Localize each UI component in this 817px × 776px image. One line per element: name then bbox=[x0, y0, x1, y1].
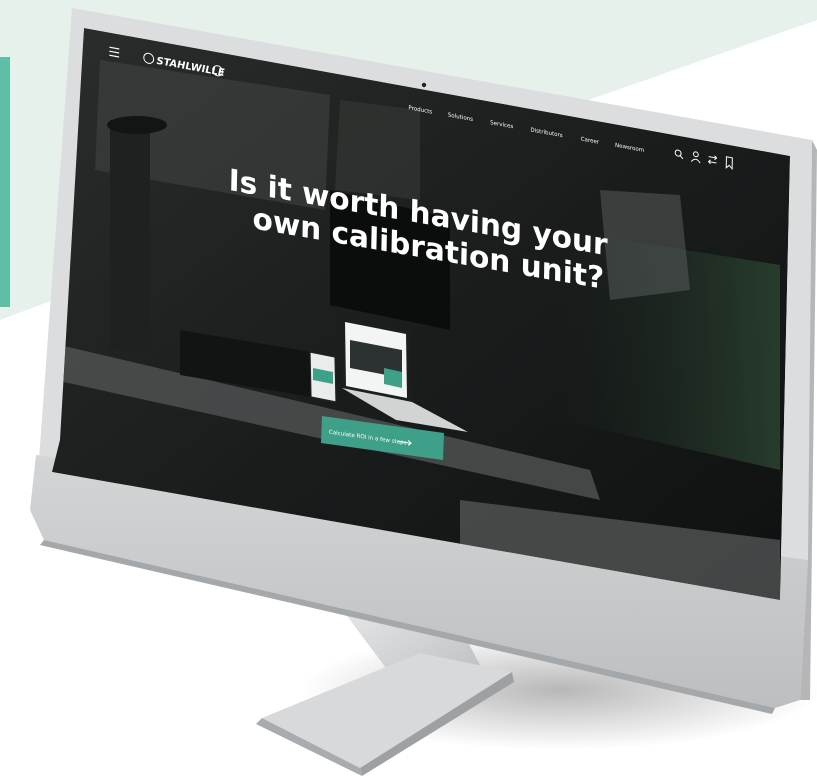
imac-screen: STAHLWILLE Products Solutions Services D… bbox=[52, 28, 790, 600]
hero-overlay bbox=[52, 28, 790, 600]
imac-mockup-scene: STAHLWILLE Products Solutions Services D… bbox=[0, 0, 817, 776]
